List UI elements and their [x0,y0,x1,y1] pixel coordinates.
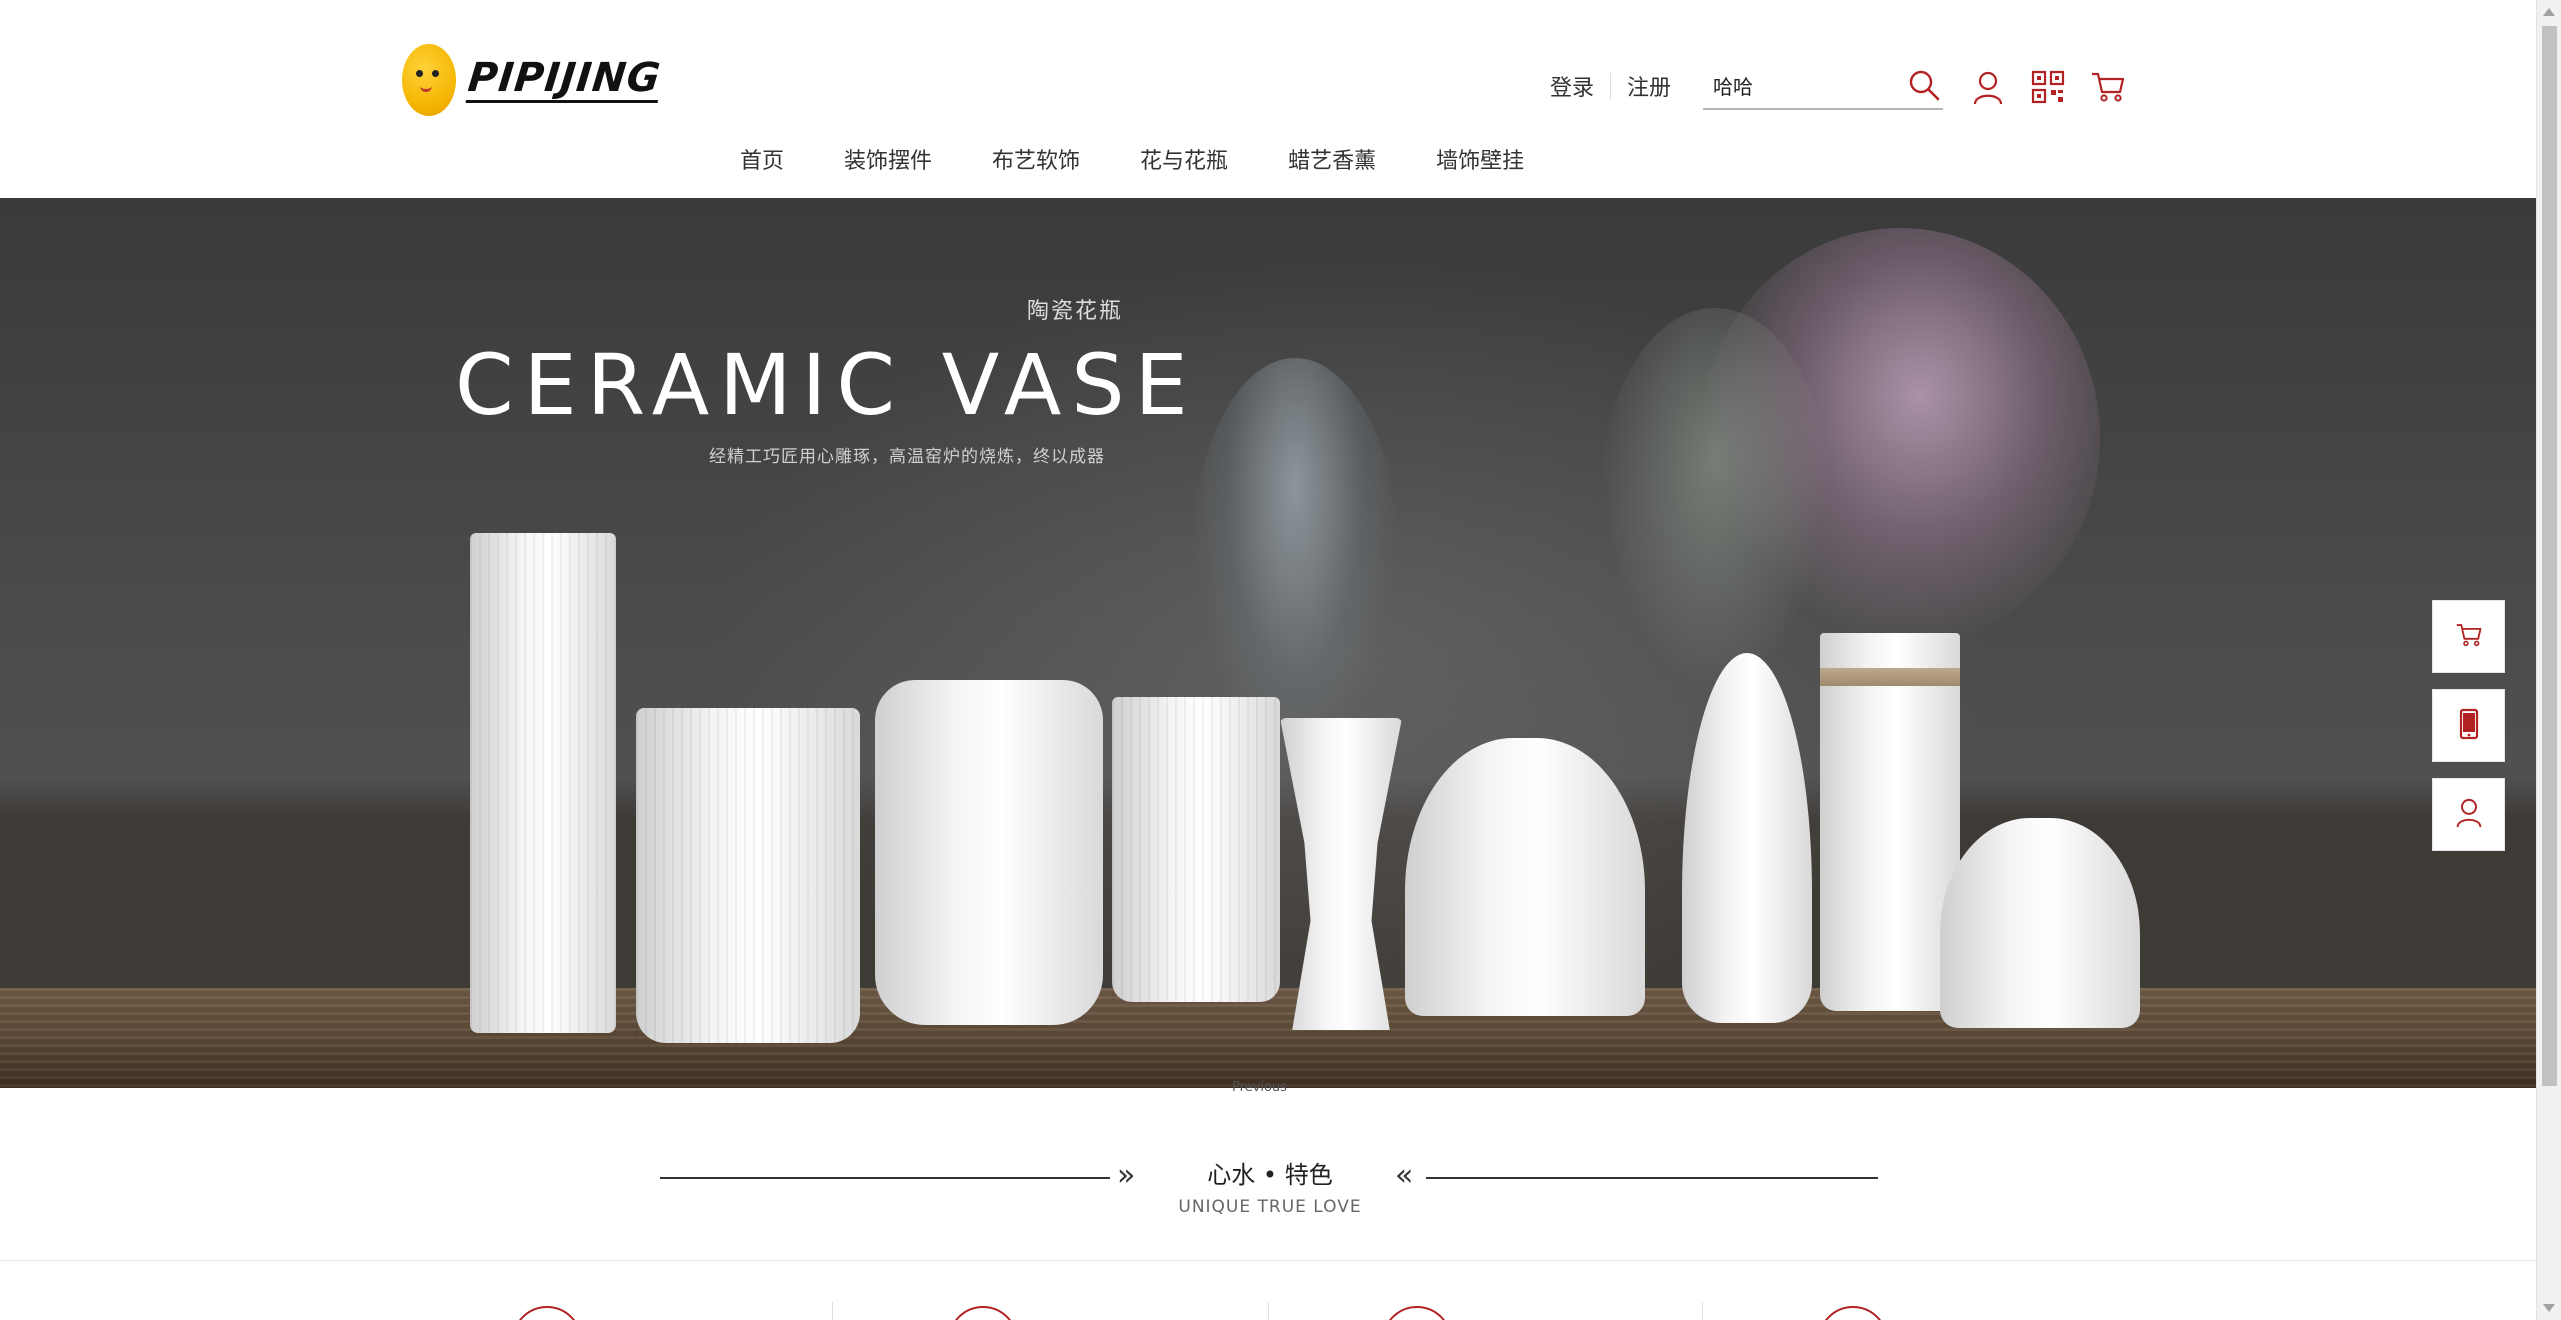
search-box [1703,64,1943,110]
nav-item-candles-aroma[interactable]: 蜡艺香薰 [1288,143,1376,175]
vase-tall-cylinder [470,533,616,1033]
feature-separator [1268,1302,1269,1320]
search-icon[interactable] [1907,68,1941,106]
vase-small-round [1940,818,2140,1028]
float-mobile-button[interactable] [2432,689,2505,762]
vase-rounded-jar [875,680,1103,1025]
feature-icon-4 [1818,1306,1888,1320]
hero-banner[interactable]: 陶瓷花瓶 CERAMIC VASE 经精工巧匠用心雕琢，高温窑炉的烧炼，终以成器 [0,198,2536,1088]
feature-icon-2 [948,1306,1018,1320]
nav-item-home[interactable]: 首页 [740,143,784,175]
feature-icon-1 [512,1306,582,1320]
page: PIPIJING 登录 注册 哈哈 首页 装饰摆件 布艺软饰 花与花瓶 蜡艺香薰… [0,0,2561,1320]
banner-subline: 经精工巧匠用心雕琢，高温窑炉的烧炼，终以成器 [709,447,1105,467]
banner-headline: CERAMIC VASE [455,336,1198,434]
user-icon [2455,797,2483,833]
mobile-icon [2459,708,2479,744]
vase-wide-square [636,708,860,1043]
register-link[interactable]: 注册 [1627,70,1671,102]
search-input[interactable] [1703,64,1893,106]
cart-icon[interactable] [2090,70,2126,104]
section-heading: » 心水 • 特色 UNIQUE TRUE LOVE « [0,1155,2536,1235]
left-arrow: » [1117,1158,1136,1193]
vase-tall-twine [1820,633,1960,1011]
section-title-en: UNIQUE TRUE LOVE [1178,1197,1362,1217]
qrcode-icon[interactable] [2031,70,2065,104]
nav-item-ornaments[interactable]: 装饰摆件 [844,143,932,175]
section-title-cn: 心水 • 特色 [1207,1161,1333,1189]
right-arrow: « [1395,1158,1414,1193]
user-icon[interactable] [1972,70,2004,106]
float-user-button[interactable] [2432,778,2505,851]
nav-item-textiles[interactable]: 布艺软饰 [992,143,1080,175]
scroll-up-arrow-icon[interactable] [2543,8,2555,16]
float-cart-button[interactable] [2432,600,2505,673]
section-divider [0,1260,2536,1261]
smiley-face-logo-icon [402,44,456,116]
banner-caption: Previous [1232,1080,1287,1095]
vase-bell [1405,738,1645,1016]
logo-text: PIPIJING [465,54,664,103]
main-nav: 首页 装饰摆件 布艺软饰 花与花瓶 蜡艺香薰 墙饰壁挂 [740,143,1584,175]
feature-separator [1702,1302,1703,1320]
site-logo[interactable]: PIPIJING [402,44,664,116]
cart-icon [2455,622,2483,652]
dried-flowers-right-green [1600,308,1830,688]
page-scrollbar[interactable] [2536,0,2561,1320]
scroll-down-arrow-icon[interactable] [2543,1304,2555,1312]
feature-icon-3 [1382,1306,1452,1320]
nav-item-flowers-vases[interactable]: 花与花瓶 [1140,143,1228,175]
vase-medium-cylinder [1112,697,1280,1002]
login-link[interactable]: 登录 [1550,70,1594,102]
wooden-table [0,988,2536,1088]
banner-kicker: 陶瓷花瓶 [1027,299,1124,324]
account-links: 登录 注册 [1550,70,1671,102]
nav-item-wall-decor[interactable]: 墙饰壁挂 [1436,143,1524,175]
site-header: PIPIJING 登录 注册 哈哈 首页 装饰摆件 布艺软饰 花与花瓶 蜡艺香薰… [0,0,2536,198]
twine-band [1820,668,1960,686]
link-divider [1610,73,1612,99]
scrollbar-thumb[interactable] [2542,26,2557,1086]
feature-separator [832,1302,833,1320]
